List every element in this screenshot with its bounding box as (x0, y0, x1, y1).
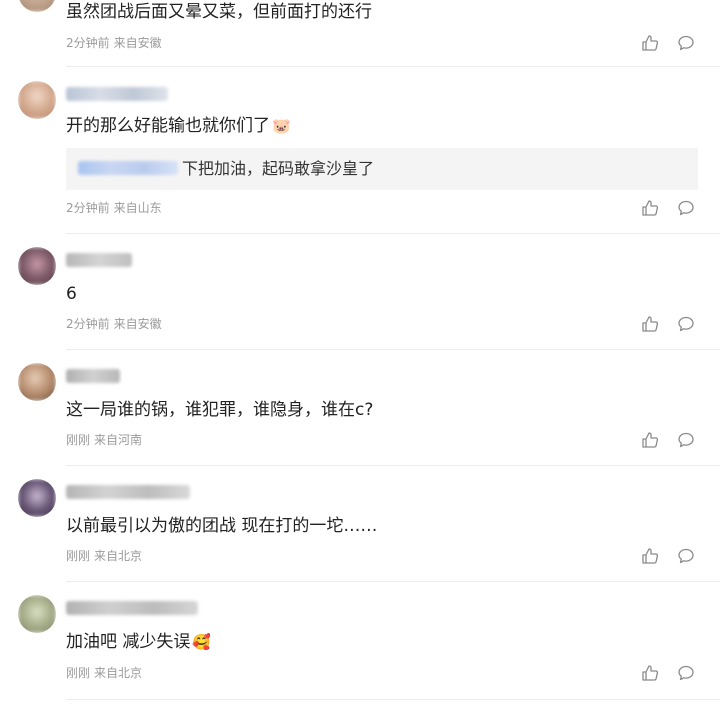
comment-meta: 刚刚 来自北京 (66, 548, 142, 564)
like-icon[interactable] (641, 34, 659, 52)
comment-time: 刚刚 (66, 433, 91, 447)
comment-item: 以前最引以为傲的团战 现在打的一坨…… 刚刚 来自北京 (0, 476, 720, 582)
divider (66, 699, 720, 700)
comment-item: 开的那么好能输也就你们了 🐷 下把加油，起码敢拿沙皇了 2分钟前 来自山东 (0, 78, 720, 234)
username[interactable] (66, 485, 190, 499)
reply-text: 下把加油，起码敢拿沙皇了 (182, 159, 375, 178)
avatar[interactable] (18, 81, 56, 119)
comment-time: 2分钟前 (66, 201, 110, 215)
divider (66, 66, 720, 67)
username[interactable] (66, 87, 168, 101)
comment-text: 虽然团战后面又晕又菜，但前面打的还行 (66, 2, 372, 22)
comment-location: 来自安徽 (113, 317, 162, 331)
avatar[interactable] (18, 247, 56, 285)
comment-location: 来自安徽 (113, 36, 162, 50)
comment-text: 加油吧 减少失误 🥰 (66, 631, 211, 653)
comment-text: 6 (66, 284, 77, 304)
like-icon[interactable] (641, 315, 659, 333)
comment-time: 2分钟前 (66, 36, 110, 50)
pig-emoji-icon: 🐷 (272, 117, 291, 135)
username[interactable] (66, 601, 198, 615)
comment-bubble-icon[interactable] (677, 34, 695, 52)
comment-bubble-icon[interactable] (677, 664, 695, 682)
comment-bubble-icon[interactable] (677, 431, 695, 449)
comment-bubble-icon[interactable] (677, 315, 695, 333)
comment-item: 加油吧 减少失误 🥰 刚刚 来自北京 (0, 592, 720, 711)
comment-list: 虽然团战后面又晕又菜，但前面打的还行 2分钟前 来自安徽 开的那么好能输也就你们了… (0, 0, 720, 711)
avatar[interactable] (18, 479, 56, 517)
comment-time: 2分钟前 (66, 317, 110, 331)
comment-meta: 2分钟前 来自山东 (66, 200, 162, 216)
like-icon[interactable] (641, 664, 659, 682)
comment-item: 6 2分钟前 来自安徽 (0, 245, 720, 350)
comment-location: 来自山东 (113, 201, 162, 215)
comment-meta: 刚刚 来自北京 (66, 665, 142, 681)
comment-text-content: 加油吧 减少失误 (66, 632, 191, 652)
comment-text-content: 开的那么好能输也就你们了 (66, 116, 270, 136)
comment-location: 来自北京 (94, 666, 143, 680)
reply-username[interactable] (78, 161, 178, 175)
like-icon[interactable] (641, 547, 659, 565)
avatar[interactable] (18, 595, 56, 633)
comment-time: 刚刚 (66, 666, 91, 680)
comment-location: 来自河南 (94, 433, 143, 447)
comment-bubble-icon[interactable] (677, 547, 695, 565)
divider (66, 233, 720, 234)
divider (66, 581, 720, 582)
avatar[interactable] (18, 0, 56, 12)
divider (66, 349, 720, 350)
comment-meta: 2分钟前 来自安徽 (66, 316, 162, 332)
comment-item: 虽然团战后面又晕又菜，但前面打的还行 2分钟前 来自安徽 (0, 0, 720, 67)
smiling-hearts-emoji-icon: 🥰 (192, 633, 212, 651)
comment-location: 来自北京 (94, 549, 143, 563)
comment-text: 这一局谁的锅，谁犯罪，谁隐身，谁在c? (66, 400, 374, 420)
comment-meta: 刚刚 来自河南 (66, 432, 142, 448)
comment-text: 开的那么好能输也就你们了 🐷 (66, 115, 291, 137)
comment-text: 以前最引以为傲的团战 现在打的一坨…… (66, 516, 378, 536)
like-icon[interactable] (641, 199, 659, 217)
comment-item: 这一局谁的锅，谁犯罪，谁隐身，谁在c? 刚刚 来自河南 (0, 360, 720, 466)
reply-preview[interactable]: 下把加油，起码敢拿沙皇了 (66, 148, 698, 190)
comment-meta: 2分钟前 来自安徽 (66, 35, 162, 51)
like-icon[interactable] (641, 431, 659, 449)
comment-bubble-icon[interactable] (677, 199, 695, 217)
comment-time: 刚刚 (66, 549, 91, 563)
username[interactable] (66, 253, 132, 267)
divider (66, 465, 720, 466)
avatar[interactable] (18, 363, 56, 401)
username[interactable] (66, 369, 120, 383)
